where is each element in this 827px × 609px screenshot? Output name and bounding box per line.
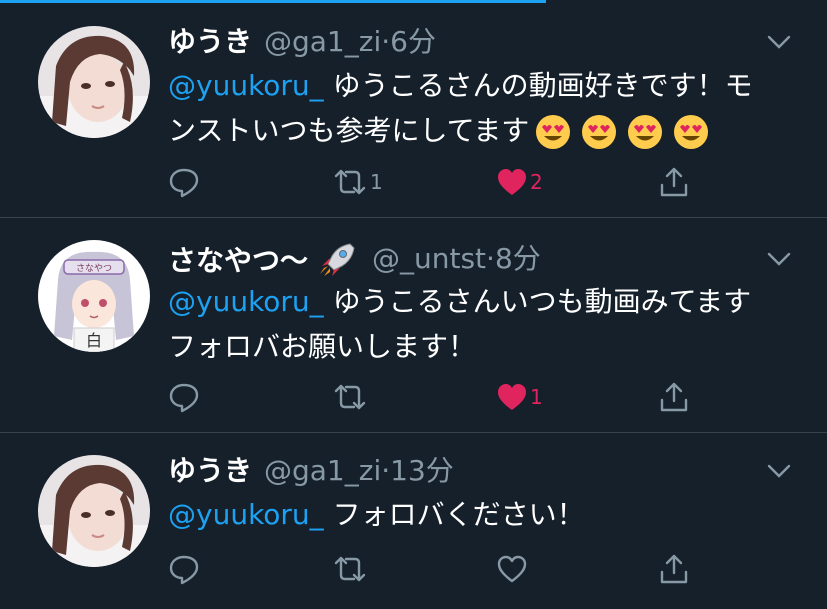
display-name-text: さなやつ〜	[168, 244, 309, 277]
share-icon	[660, 167, 688, 197]
heart-filled-icon	[498, 169, 526, 195]
handle-meta: @ga1_zi·6分	[264, 25, 436, 59]
handle-meta: @_untst·8分	[372, 242, 541, 276]
timestamp[interactable]: 8分	[495, 242, 541, 275]
retweet-button[interactable]	[332, 549, 370, 589]
share-button[interactable]	[658, 162, 690, 202]
handle-meta: @ga1_zi·13分	[264, 454, 454, 488]
like-button[interactable]	[496, 549, 530, 589]
heart-eyes-emoji	[674, 115, 709, 149]
share-icon	[660, 382, 688, 412]
svg-text:白: 白	[86, 331, 102, 350]
mention-link[interactable]: @yuukoru_	[168, 69, 324, 102]
tweet-text: @yuukoru_ ゆうこるさんの動画好きです！モ ンストいつも参考にしてます	[168, 63, 808, 153]
tweet-text: @yuukoru_ ゆうこるさんいつも動画みてます フォロバお願いします！	[168, 279, 808, 369]
tweet[interactable]: ゆうき @ga1_zi·13分 @yuukoru_ フォロバください！	[0, 433, 827, 609]
tweet-text-line: ゆうこるさんの動画好きです！モ	[332, 69, 753, 102]
avatar[interactable]: さなやつ 白	[38, 240, 150, 352]
retweet-button[interactable]: 1	[332, 162, 383, 202]
tweet[interactable]: ゆうき @ga1_zi·6分 @yuukoru_ ゆうこるさんの動画好きです！モ…	[0, 0, 827, 218]
chevron-down-icon[interactable]	[766, 461, 792, 481]
tweet-text: @yuukoru_ フォロバください！	[168, 492, 808, 537]
heart-eyes-emoji	[536, 115, 571, 149]
handle[interactable]: @ga1_zi	[264, 25, 381, 58]
separator-dot: ·	[381, 25, 391, 58]
chevron-down-icon[interactable]	[766, 249, 792, 269]
display-name[interactable]: ゆうき	[168, 454, 252, 488]
like-count: 1	[530, 385, 543, 409]
share-button[interactable]	[658, 549, 690, 589]
heart-eyes-emoji	[582, 115, 617, 149]
chevron-down-icon[interactable]	[766, 32, 792, 52]
share-icon	[660, 554, 688, 584]
like-button[interactable]: 2	[496, 162, 543, 202]
tweet-text-line: ンストいつも参考にしてます	[168, 114, 530, 147]
rocket-emoji	[319, 243, 355, 276]
reply-button[interactable]	[168, 549, 202, 589]
retweet-icon	[334, 556, 366, 582]
timestamp[interactable]: 13分	[390, 454, 454, 487]
retweet-count: 1	[370, 170, 383, 194]
tweet-text-line: フォロバお願いします！	[168, 330, 477, 363]
reply-button[interactable]	[168, 377, 202, 417]
avatar[interactable]	[38, 26, 150, 138]
separator-dot: ·	[381, 454, 391, 487]
like-count: 2	[530, 170, 543, 194]
heart-filled-icon	[498, 384, 526, 410]
share-button[interactable]	[658, 377, 690, 417]
like-button[interactable]: 1	[496, 377, 543, 417]
reply-icon	[169, 383, 199, 413]
retweet-button[interactable]	[332, 377, 370, 417]
display-name[interactable]: さなやつ〜	[168, 242, 356, 278]
reply-button[interactable]	[168, 162, 202, 202]
svg-text:さなやつ: さなやつ	[76, 263, 112, 274]
mention-link[interactable]: @yuukoru_	[168, 498, 324, 531]
separator-dot: ·	[486, 242, 495, 275]
retweet-icon	[334, 384, 366, 410]
heart-outline-icon	[497, 555, 527, 583]
mention-link[interactable]: @yuukoru_	[168, 285, 324, 318]
heart-eyes-emoji	[628, 115, 663, 149]
avatar[interactable]	[38, 455, 150, 567]
reply-icon	[169, 168, 199, 198]
tweet[interactable]: さなやつ 白 さなやつ〜 @_untst·8分 @yuukoru_ ゆうこるさん…	[0, 218, 827, 433]
handle[interactable]: @ga1_zi	[264, 454, 381, 487]
handle[interactable]: @_untst	[372, 242, 486, 275]
tweet-text-line: フォロバください！	[332, 498, 585, 531]
reply-icon	[169, 555, 199, 585]
display-name[interactable]: ゆうき	[168, 25, 252, 59]
timestamp[interactable]: 6分	[390, 25, 436, 58]
tweet-text-line: ゆうこるさんいつも動画みてます	[332, 285, 752, 318]
retweet-icon	[334, 169, 366, 195]
